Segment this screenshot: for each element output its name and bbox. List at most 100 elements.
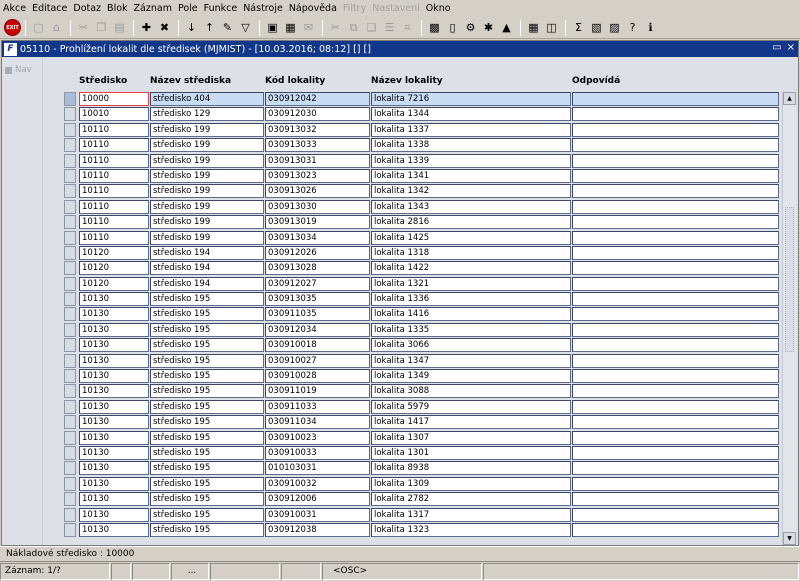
tree-icon[interactable]: ⌗ xyxy=(399,19,416,36)
close-icon[interactable]: × xyxy=(787,42,795,53)
cell-nazev-lokality[interactable]: lokalita 2782 xyxy=(371,492,571,507)
row-selector[interactable] xyxy=(64,307,76,322)
cell-odpovida[interactable] xyxy=(572,215,779,230)
cell-stredisko[interactable]: 10110 xyxy=(79,215,149,230)
row-selector[interactable] xyxy=(64,107,76,122)
scroll-thumb[interactable] xyxy=(785,207,794,352)
row-selector[interactable] xyxy=(64,399,76,414)
calendar-icon[interactable]: ▩ xyxy=(426,19,443,36)
cell-kod-lokality[interactable]: 030913023 xyxy=(265,168,370,183)
cell-nazev-strediska[interactable]: středisko 194 xyxy=(150,276,264,291)
cell-nazev-strediska[interactable]: středisko 195 xyxy=(150,492,264,507)
menu-item-11[interactable]: Okno xyxy=(426,3,451,14)
cell-nazev-lokality[interactable]: lokalita 1338 xyxy=(371,138,571,153)
row-selector[interactable] xyxy=(64,184,76,199)
cell-nazev-strediska[interactable]: středisko 195 xyxy=(150,369,264,384)
cell-stredisko[interactable]: 10130 xyxy=(79,507,149,522)
cell-nazev-lokality[interactable]: lokalita 1347 xyxy=(371,353,571,368)
cell-stredisko[interactable]: 10130 xyxy=(79,415,149,430)
flashlight-icon[interactable]: ✎ xyxy=(219,19,236,36)
cell-nazev-strediska[interactable]: středisko 195 xyxy=(150,507,264,522)
cell-stredisko[interactable]: 10130 xyxy=(79,399,149,414)
cell-kod-lokality[interactable]: 030911019 xyxy=(265,384,370,399)
cell-odpovida[interactable] xyxy=(572,430,779,445)
row-selector[interactable] xyxy=(64,507,76,522)
cell-nazev-strediska[interactable]: středisko 195 xyxy=(150,415,264,430)
warning-icon[interactable]: ▲ xyxy=(498,19,515,36)
row-selector[interactable] xyxy=(64,353,76,368)
cell-kod-lokality[interactable]: 030910033 xyxy=(265,445,370,460)
list-icon[interactable]: ☰ xyxy=(381,19,398,36)
cell-odpovida[interactable] xyxy=(572,476,779,491)
printer-icon[interactable]: ▣ xyxy=(264,19,281,36)
sort-asc-icon[interactable]: ↓ xyxy=(183,19,200,36)
cell-nazev-lokality[interactable]: lokalita 1317 xyxy=(371,507,571,522)
cell-nazev-strediska[interactable]: středisko 199 xyxy=(150,153,264,168)
cell-nazev-lokality[interactable]: lokalita 1343 xyxy=(371,199,571,214)
report-icon[interactable]: ▦ xyxy=(282,19,299,36)
cell-nazev-lokality[interactable]: lokalita 7216 xyxy=(371,92,571,106)
cell-odpovida[interactable] xyxy=(572,415,779,430)
cell-nazev-strediska[interactable]: středisko 199 xyxy=(150,168,264,183)
cell-nazev-lokality[interactable]: lokalita 1349 xyxy=(371,369,571,384)
vertical-scrollbar[interactable]: ▲ ▼ xyxy=(782,92,796,545)
cell-odpovida[interactable] xyxy=(572,184,779,199)
cell-kod-lokality[interactable]: 030913026 xyxy=(265,184,370,199)
cell-stredisko[interactable]: 10130 xyxy=(79,307,149,322)
restore-icon[interactable]: ▭ xyxy=(772,42,781,53)
cell-stredisko[interactable]: 10110 xyxy=(79,199,149,214)
document-icon[interactable]: ▯ xyxy=(444,19,461,36)
cell-nazev-lokality[interactable]: lokalita 1323 xyxy=(371,522,571,537)
cell-nazev-lokality[interactable]: lokalita 1342 xyxy=(371,184,571,199)
cell-stredisko[interactable]: 10110 xyxy=(79,168,149,183)
cell-nazev-strediska[interactable]: středisko 199 xyxy=(150,138,264,153)
cell-stredisko[interactable]: 10130 xyxy=(79,353,149,368)
cell-nazev-strediska[interactable]: středisko 199 xyxy=(150,230,264,245)
cell-nazev-lokality[interactable]: lokalita 1318 xyxy=(371,245,571,260)
cell-stredisko[interactable]: 10130 xyxy=(79,322,149,337)
row-selector[interactable] xyxy=(64,153,76,168)
cell-kod-lokality[interactable]: 030913030 xyxy=(265,199,370,214)
row-selector[interactable] xyxy=(64,338,76,353)
cell-odpovida[interactable] xyxy=(572,445,779,460)
cell-odpovida[interactable] xyxy=(572,92,779,106)
cell-kod-lokality[interactable]: 030912038 xyxy=(265,522,370,537)
cell-odpovida[interactable] xyxy=(572,107,779,122)
cell-kod-lokality[interactable]: 030912030 xyxy=(265,107,370,122)
cell-odpovida[interactable] xyxy=(572,245,779,260)
cell-kod-lokality[interactable]: 030910028 xyxy=(265,369,370,384)
cell-nazev-lokality[interactable]: lokalita 1337 xyxy=(371,122,571,137)
cell-kod-lokality[interactable]: 030910018 xyxy=(265,338,370,353)
filter-icon[interactable]: ▽ xyxy=(237,19,254,36)
cell-odpovida[interactable] xyxy=(572,138,779,153)
menu-item-6[interactable]: Funkce xyxy=(204,3,238,14)
menu-item-3[interactable]: Blok xyxy=(107,3,127,14)
cell-kod-lokality[interactable]: 030913031 xyxy=(265,153,370,168)
cell-nazev-lokality[interactable]: lokalita 1336 xyxy=(371,292,571,307)
cell-odpovida[interactable] xyxy=(572,230,779,245)
cell-stredisko[interactable]: 10120 xyxy=(79,276,149,291)
cell-kod-lokality[interactable]: 030913033 xyxy=(265,138,370,153)
row-selector[interactable] xyxy=(64,138,76,153)
row-selector[interactable] xyxy=(64,92,76,106)
cell-odpovida[interactable] xyxy=(572,461,779,476)
clone-icon[interactable]: ⧉ xyxy=(345,19,362,36)
menu-item-5[interactable]: Pole xyxy=(178,3,198,14)
cell-stredisko[interactable]: 10130 xyxy=(79,384,149,399)
menu-item-8[interactable]: Nápověda xyxy=(289,3,337,14)
duplicate-icon[interactable]: ❏ xyxy=(363,19,380,36)
cell-stredisko[interactable]: 10120 xyxy=(79,245,149,260)
cell-stredisko[interactable]: 10130 xyxy=(79,369,149,384)
cell-nazev-strediska[interactable]: středisko 195 xyxy=(150,445,264,460)
cell-nazev-strediska[interactable]: středisko 194 xyxy=(150,245,264,260)
cell-kod-lokality[interactable]: 010103031 xyxy=(265,461,370,476)
gear-icon[interactable]: ⚙ xyxy=(462,19,479,36)
menu-item-1[interactable]: Editace xyxy=(32,3,67,14)
paste-icon[interactable]: ▤ xyxy=(111,19,128,36)
cell-nazev-lokality[interactable]: lokalita 1344 xyxy=(371,107,571,122)
cell-odpovida[interactable] xyxy=(572,168,779,183)
cell-odpovida[interactable] xyxy=(572,322,779,337)
cell-stredisko[interactable]: 10110 xyxy=(79,138,149,153)
cell-odpovida[interactable] xyxy=(572,276,779,291)
menu-item-2[interactable]: Dotaz xyxy=(73,3,101,14)
